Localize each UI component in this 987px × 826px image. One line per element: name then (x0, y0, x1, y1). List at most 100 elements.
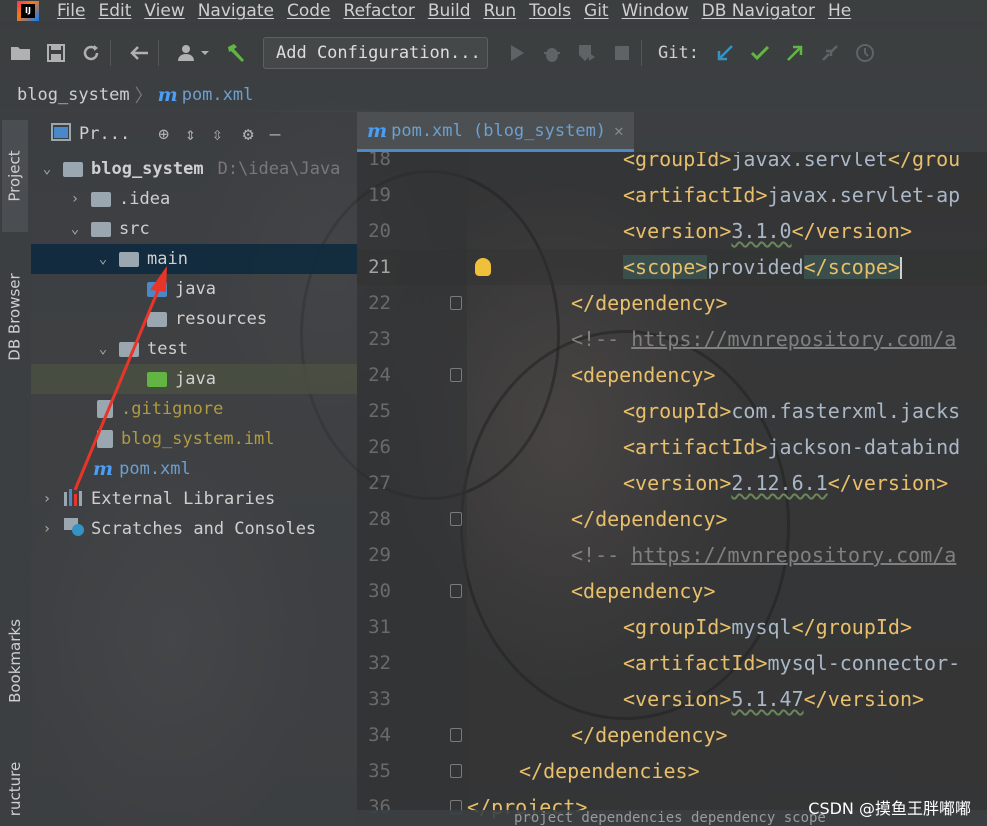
tree-item-main-java[interactable]: java (31, 274, 357, 304)
build-hammer-icon[interactable] (223, 40, 249, 66)
debug-icon[interactable] (539, 40, 565, 66)
fold-marker-icon[interactable] (450, 728, 462, 742)
menu-db-navigator[interactable]: DB Navigator (702, 1, 815, 21)
code-line[interactable]: 35 </dependencies> (357, 753, 987, 789)
tree-item-pom[interactable]: m pom.xml (31, 454, 357, 484)
chevron-down-icon[interactable]: ⌄ (95, 341, 111, 357)
code-line[interactable]: 24 <dependency> (357, 357, 987, 393)
chevron-right-icon[interactable]: › (67, 191, 83, 207)
chevron-right-icon[interactable]: › (39, 491, 55, 507)
code-link[interactable]: https://mvnrepository.com/a (631, 543, 956, 567)
tree-item-test[interactable]: ⌄ test (31, 334, 357, 364)
menu-window[interactable]: Window (622, 1, 689, 21)
code-close-tag: </version> (803, 687, 925, 711)
tab-project[interactable]: Project (2, 120, 28, 232)
run-icon[interactable] (504, 40, 530, 66)
code-link[interactable]: https://mvnrepository.com/a (631, 327, 956, 351)
fold-marker-icon[interactable] (450, 368, 462, 382)
tree-item-src[interactable]: ⌄ src (31, 214, 357, 244)
tree-path: D:\idea\Java (217, 159, 341, 179)
tree-item-blog-system[interactable]: ⌄ blog_system D:\idea\Java (31, 154, 357, 184)
menu-tools[interactable]: Tools (529, 1, 571, 21)
code-open-tag: <version> (623, 219, 732, 243)
tree-item-resources[interactable]: resources (31, 304, 357, 334)
code-text: <dependency> (571, 363, 716, 387)
code-line[interactable]: 23 <!-- https://mvnrepository.com/a (357, 321, 987, 357)
git-compare-icon[interactable] (817, 40, 843, 66)
code-editor[interactable]: 18 <groupId>javax.servlet</grou 19 <artifac… (357, 152, 987, 826)
back-arrow-icon[interactable] (126, 40, 152, 66)
fold-marker-icon[interactable] (450, 584, 462, 598)
intellij-logo-icon[interactable]: IJ (17, 1, 39, 21)
tab-bookmarks[interactable]: Bookmarks (2, 600, 28, 722)
menu-navigate[interactable]: Navigate (198, 1, 274, 21)
code-open-tag: <groupId> (623, 399, 732, 423)
refresh-icon[interactable] (78, 40, 104, 66)
open-folder-icon[interactable] (8, 40, 34, 66)
tree-item-iml[interactable]: blog_system.iml (31, 424, 357, 454)
code-line[interactable]: 32 <artifactId>mysql-connector- (357, 645, 987, 681)
code-line[interactable]: 19 <artifactId>javax.servlet-ap (357, 177, 987, 213)
tab-pom-xml[interactable]: m pom.xml (blog_system) ✕ (357, 112, 634, 152)
tree-item-scratches[interactable]: › Scratches and Consoles (31, 514, 357, 544)
git-push-icon[interactable] (782, 40, 808, 66)
maven-file-icon: m (367, 119, 388, 142)
collapse-all-icon[interactable]: ⇳ (212, 124, 223, 145)
hide-panel-icon[interactable]: — (270, 124, 281, 145)
chevron-right-icon[interactable]: › (39, 521, 55, 537)
settings-gear-icon[interactable]: ⚙ (243, 124, 254, 145)
code-line[interactable]: 34 </dependency> (357, 717, 987, 753)
code-line[interactable]: 33 <version>5.1.47</version> (357, 681, 987, 717)
menu-edit[interactable]: Edit (98, 1, 131, 21)
project-panel-title[interactable]: Pr... (79, 124, 130, 144)
code-line[interactable]: 28 </dependency> (357, 501, 987, 537)
save-icon[interactable] (43, 40, 69, 66)
menu-refactor[interactable]: Refactor (344, 1, 415, 21)
chevron-down-icon[interactable]: ⌄ (95, 251, 111, 267)
git-update-icon[interactable] (712, 40, 738, 66)
code-line[interactable]: 30 <dependency> (357, 573, 987, 609)
chevron-down-icon[interactable]: ⌄ (39, 161, 55, 177)
menu-git[interactable]: Git (584, 1, 609, 21)
intention-bulb-icon[interactable] (475, 258, 491, 276)
fold-marker-icon[interactable] (450, 296, 462, 310)
user-dropdown-icon[interactable] (174, 40, 214, 66)
coverage-icon[interactable] (574, 40, 600, 66)
tree-item-external-libraries[interactable]: › External Libraries (31, 484, 357, 514)
chevron-down-icon[interactable]: ⌄ (67, 221, 83, 237)
code-line[interactable]: 22 </dependency> (357, 285, 987, 321)
code-line[interactable]: 18 <groupId>javax.servlet</grou (357, 152, 987, 177)
stop-icon[interactable] (609, 40, 635, 66)
tree-item-main[interactable]: ⌄ main (31, 244, 357, 274)
breadcrumb-project[interactable]: blog_system (17, 85, 130, 105)
close-icon[interactable]: ✕ (614, 121, 624, 140)
tree-item-test-java[interactable]: java (31, 364, 357, 394)
tab-structure[interactable]: ructure (2, 752, 28, 826)
code-line[interactable]: 20 <version>3.1.0</version> (357, 213, 987, 249)
tab-db-browser[interactable]: DB Browser (2, 252, 28, 382)
menu-help[interactable]: He (828, 1, 851, 21)
code-line[interactable]: 31 <groupId>mysql</groupId> (357, 609, 987, 645)
menu-view[interactable]: View (144, 1, 184, 21)
fold-marker-icon[interactable] (450, 764, 462, 778)
code-line[interactable]: 26 <artifactId>jackson-databind (357, 429, 987, 465)
git-history-icon[interactable] (852, 40, 878, 66)
code-line[interactable]: 27 <version>2.12.6.1</version> (357, 465, 987, 501)
code-line[interactable]: 21 <scope>provided</scope> (357, 249, 987, 285)
tree-item-gitignore[interactable]: .gitignore (31, 394, 357, 424)
menu-run[interactable]: Run (484, 1, 517, 21)
breadcrumb-file[interactable]: pom.xml (182, 85, 254, 105)
fold-marker-icon[interactable] (450, 512, 462, 526)
git-commit-icon[interactable] (747, 40, 773, 66)
menu-file[interactable]: File (57, 1, 85, 21)
expand-all-icon[interactable]: ⇕ (185, 124, 196, 145)
tree-item-idea[interactable]: › .idea (31, 184, 357, 214)
module-file-icon (97, 430, 113, 448)
code-line[interactable]: 25 <groupId>com.fasterxml.jacks (357, 393, 987, 429)
menu-build[interactable]: Build (428, 1, 471, 21)
code-line[interactable]: 29 <!-- https://mvnrepository.com/a (357, 537, 987, 573)
project-view-icon[interactable] (51, 122, 71, 146)
menu-code[interactable]: Code (287, 1, 331, 21)
add-configuration-button[interactable]: Add Configuration... (263, 37, 488, 69)
locate-icon[interactable]: ⊕ (158, 124, 169, 145)
